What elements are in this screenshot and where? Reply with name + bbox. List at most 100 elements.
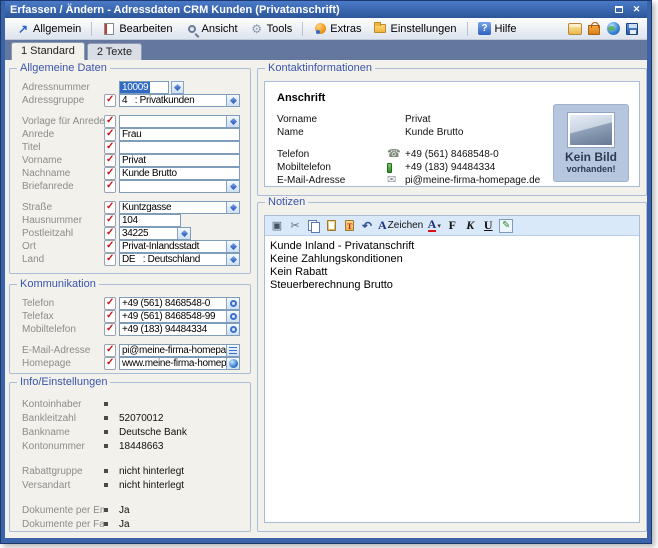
field-telefon: Telefon +49 (561) 8468548-0 [22, 297, 240, 310]
picture-icon [567, 112, 615, 148]
validate-check-icon[interactable] [104, 180, 116, 193]
briefanrede-combo[interactable] [119, 180, 240, 193]
italic-button[interactable]: K [463, 218, 477, 234]
validate-check-icon[interactable] [104, 201, 116, 214]
dial-button[interactable] [226, 324, 239, 335]
dropdown-button[interactable] [226, 181, 239, 192]
dropdown-button[interactable] [226, 95, 239, 106]
save-icon[interactable] [625, 22, 639, 36]
dropdown-button[interactable] [226, 254, 239, 265]
mobile-phone-icon [387, 163, 392, 173]
dropdown-diamond-icon [229, 243, 236, 250]
paste-icon[interactable] [324, 218, 338, 234]
validate-check-icon[interactable] [104, 323, 116, 336]
dial-button[interactable] [226, 298, 239, 309]
telefax-input[interactable]: +49 (561) 8468548-99 [119, 310, 240, 323]
undo-icon[interactable]: ↶ [360, 218, 374, 234]
dropdown-button[interactable] [226, 116, 239, 127]
plz-combo[interactable]: 34225 [119, 227, 191, 240]
magnifier-icon [185, 22, 199, 36]
validate-check-icon[interactable] [104, 344, 116, 357]
field-homepage: Homepage www.meine-firma-homepage.de [22, 357, 240, 370]
validate-check-icon[interactable] [104, 128, 116, 141]
validate-check-icon[interactable] [104, 310, 116, 323]
adressnummer-input[interactable]: 10009 [119, 81, 169, 94]
tab-texte[interactable]: 2 Texte [87, 43, 142, 60]
address-card-icon[interactable] [568, 22, 582, 36]
menu-einstellungen[interactable]: Einstellungen [368, 20, 461, 38]
edit-note-button[interactable]: ✎ [499, 218, 513, 234]
menu-label: Allgemein [33, 23, 81, 35]
open-homepage-button[interactable] [226, 358, 239, 369]
dropdown-button[interactable] [226, 241, 239, 252]
dial-button[interactable] [226, 311, 239, 322]
land-combo[interactable]: DE : Deutschland [119, 253, 240, 266]
validate-check-icon[interactable] [104, 115, 116, 128]
menu-hilfe[interactable]: ? Hilfe [473, 20, 522, 38]
combo-value: Privat-Inlandsstadt [120, 241, 226, 252]
app-body: ↗ Allgemein Bearbeiten Ansicht ⚙ Tools E… [5, 18, 647, 538]
tabstrip: 1 Standard 2 Texte [5, 40, 647, 60]
note-window-icon[interactable]: ▣ [270, 218, 284, 234]
field-label: Telefon [22, 298, 104, 309]
nachname-input[interactable]: Kunde Brutto [119, 167, 240, 180]
validate-check-icon[interactable] [104, 141, 116, 154]
no-image-placeholder[interactable]: Kein Bild vorhanden! [553, 104, 629, 182]
paste-text-icon[interactable] [342, 218, 356, 234]
hausnummer-input[interactable]: 104 [119, 214, 181, 227]
email-action-button[interactable] [226, 345, 239, 356]
menu-ansicht[interactable]: Ansicht [180, 20, 243, 38]
insert-character-button[interactable]: A Zeichen [378, 218, 423, 234]
menu-label: Ansicht [202, 23, 238, 35]
menu-allgemein[interactable]: ↗ Allgemein [11, 20, 86, 38]
dropdown-diamond-icon [229, 183, 236, 190]
email-input[interactable]: pi@meine-firma-homepage.de [119, 344, 240, 357]
bold-button[interactable]: F [445, 218, 459, 234]
field-label: Briefanrede [22, 181, 104, 192]
globe-icon[interactable] [606, 22, 620, 36]
validate-check-icon[interactable] [104, 357, 116, 370]
tab-standard[interactable]: 1 Standard [11, 42, 85, 60]
strasse-combo[interactable]: Kuntzgasse [119, 201, 240, 214]
toolbar-right [568, 22, 641, 36]
adressgruppe-combo[interactable]: 4 : Privatkunden [119, 94, 240, 107]
vorname-input[interactable]: Privat [119, 154, 240, 167]
input-value: Privat [120, 155, 239, 166]
menu-extras[interactable]: Extras [308, 20, 366, 38]
copy-icon[interactable] [306, 218, 320, 234]
validate-check-icon[interactable] [104, 167, 116, 180]
menu-tools[interactable]: ⚙ Tools [245, 20, 298, 38]
bag-icon[interactable] [587, 22, 601, 36]
anrede-input[interactable]: Frau [119, 128, 240, 141]
homepage-input[interactable]: www.meine-firma-homepage.de [119, 357, 240, 370]
vorlage-combo[interactable] [119, 115, 240, 128]
underline-button[interactable]: U [481, 218, 495, 234]
close-button[interactable]: ✕ [629, 3, 644, 16]
titel-input[interactable] [119, 141, 240, 154]
adressnummer-lookup-button[interactable] [171, 81, 184, 94]
dropdown-button[interactable] [177, 228, 190, 239]
field-strasse: Straße Kuntzgasse [22, 201, 240, 214]
character-a-icon: A [378, 218, 387, 233]
validate-check-icon[interactable] [104, 154, 116, 167]
info-value: Deutsche Bank [119, 427, 187, 438]
contact-label: Vorname [277, 114, 387, 125]
cut-icon[interactable]: ✂ [288, 218, 302, 234]
validate-check-icon[interactable] [104, 240, 116, 253]
notes-textarea[interactable]: Kunde Inland - Privatanschrift Keine Zah… [265, 236, 639, 522]
validate-check-icon[interactable] [104, 94, 116, 107]
validate-check-icon[interactable] [104, 297, 116, 310]
group-title: Kontaktinformationen [265, 62, 375, 74]
telefon-input[interactable]: +49 (561) 8468548-0 [119, 297, 240, 310]
info-rabattgruppe: Rabattgruppe nicht hinterlegt [22, 464, 240, 478]
validate-check-icon[interactable] [104, 227, 116, 240]
dropdown-button[interactable] [226, 202, 239, 213]
mobiltelefon-input[interactable]: +49 (183) 94484334 [119, 323, 240, 336]
validate-check-icon[interactable] [104, 214, 116, 227]
restore-button[interactable] [611, 3, 626, 16]
ort-combo[interactable]: Privat-Inlandsstadt [119, 240, 240, 253]
validate-check-icon[interactable] [104, 253, 116, 266]
window-titlebar[interactable]: Erfassen / Ändern - Adressdaten CRM Kund… [5, 1, 647, 18]
menu-bearbeiten[interactable]: Bearbeiten [97, 20, 177, 38]
font-color-button[interactable]: A ▾ [427, 218, 441, 234]
